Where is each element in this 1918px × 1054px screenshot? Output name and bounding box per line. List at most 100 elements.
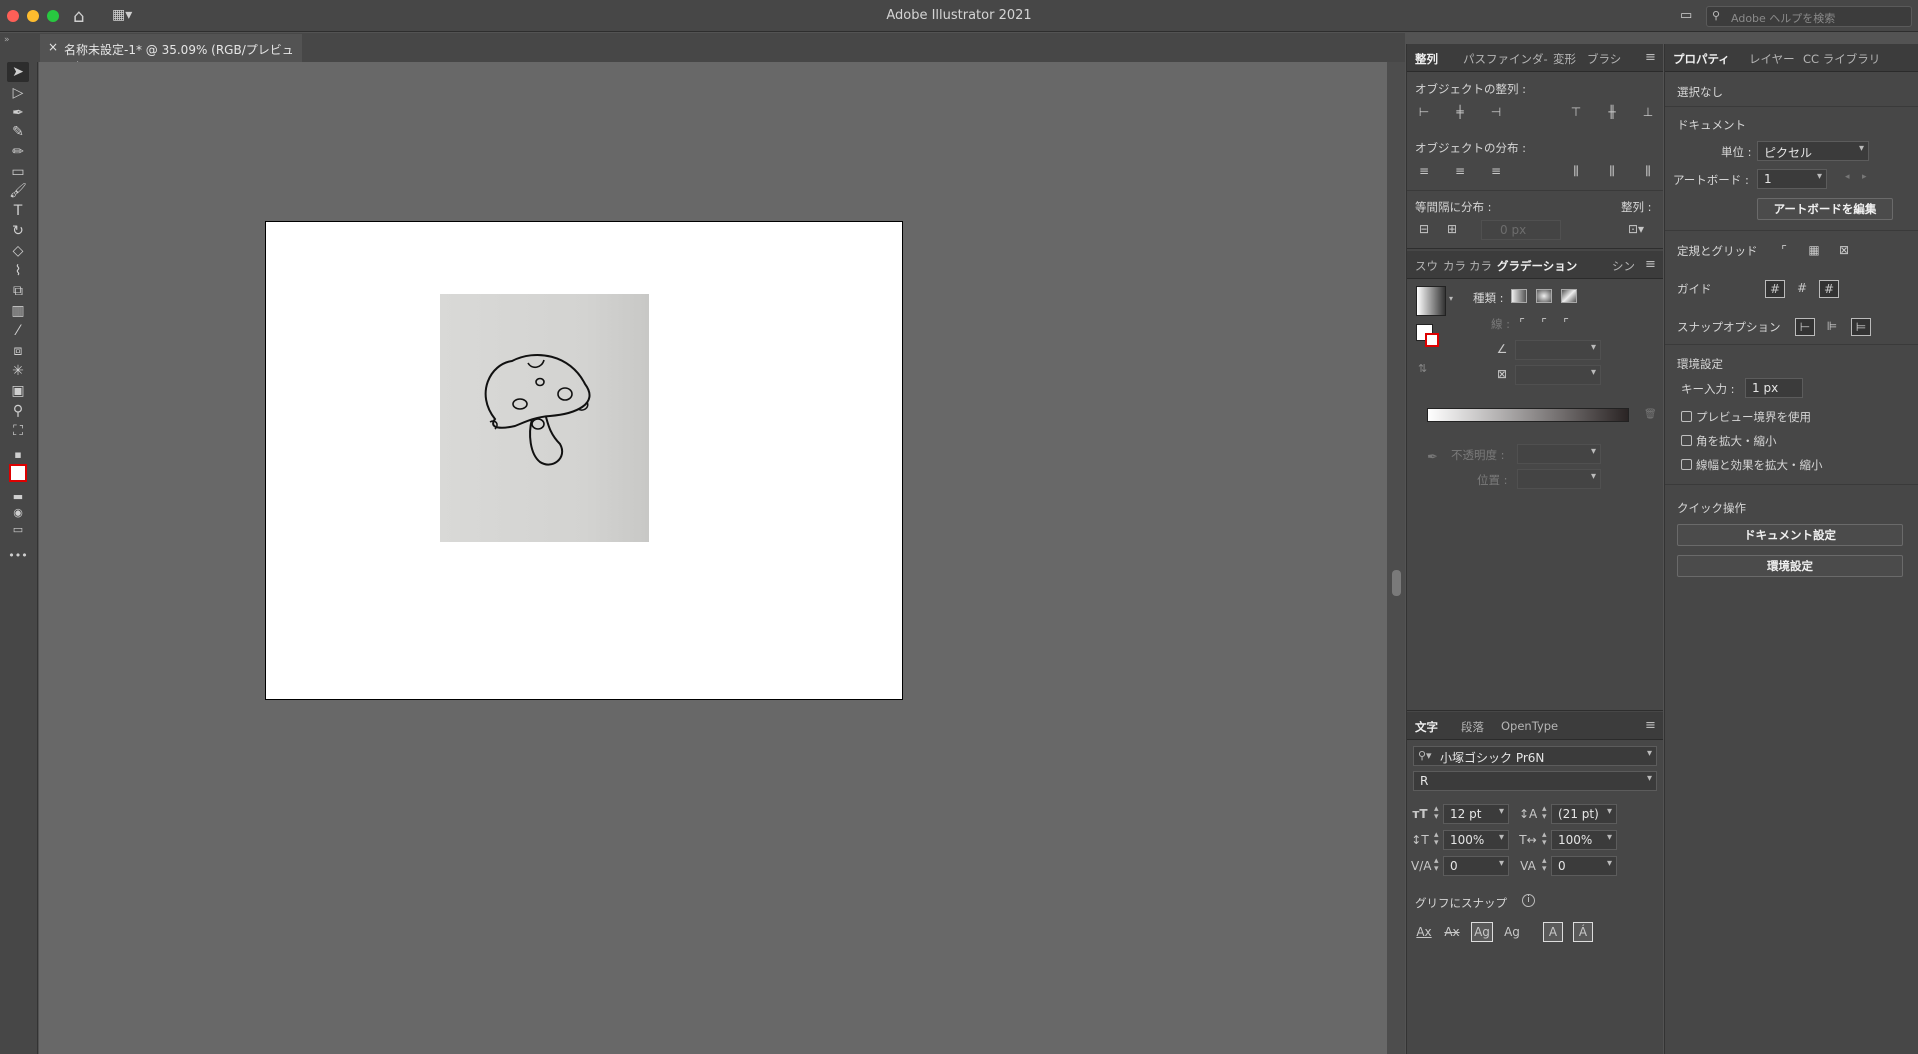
- panel-menu-icon[interactable]: ≡: [1645, 257, 1657, 272]
- gradient-slider[interactable]: [1427, 408, 1629, 422]
- gradient-tool[interactable]: ▥: [7, 301, 29, 321]
- type-tool[interactable]: T: [7, 201, 29, 221]
- snap-to-glyph-icon[interactable]: ⊨: [1851, 318, 1871, 336]
- tab-gradient[interactable]: グラデーション: [1497, 258, 1577, 274]
- trash-icon[interactable]: 🗑: [1644, 409, 1657, 420]
- horizontal-distribute-space-icon[interactable]: ⊞: [1443, 221, 1461, 237]
- keyboard-increment-input[interactable]: 1 px: [1745, 378, 1803, 398]
- preferences-button[interactable]: 環境設定: [1677, 555, 1903, 577]
- align-right-icon[interactable]: ⊣: [1487, 104, 1505, 120]
- curvature-tool[interactable]: ✎: [7, 122, 29, 142]
- stepper-icon[interactable]: ▴ ▾: [1434, 857, 1439, 874]
- units-select[interactable]: ピクセル ▾: [1757, 141, 1869, 161]
- opacity-input[interactable]: ▾: [1517, 444, 1601, 464]
- live-paint-tool[interactable]: ⧉: [7, 281, 29, 301]
- freeform-gradient-icon[interactable]: [1561, 289, 1577, 303]
- swap-icon[interactable]: ⇅: [1418, 362, 1427, 375]
- smart-guides-icon[interactable]: #: [1819, 280, 1839, 298]
- vertical-distribute-space-icon[interactable]: ⊟: [1415, 221, 1433, 237]
- gradient-thumbnail[interactable]: [1416, 286, 1446, 316]
- tab-paragraph[interactable]: 段落: [1461, 719, 1484, 735]
- panel-menu-icon[interactable]: ≡: [1645, 718, 1657, 733]
- show-guides-icon[interactable]: #: [1765, 280, 1785, 298]
- artboard-tool[interactable]: ▣: [7, 381, 29, 401]
- aspect-ratio-input[interactable]: ▾: [1515, 365, 1601, 385]
- eyedropper-tool[interactable]: ⁄: [7, 321, 29, 341]
- align-to-selection-icon[interactable]: ⊡▾: [1627, 221, 1645, 237]
- grid-icon[interactable]: ▦: [1805, 242, 1823, 258]
- use-preview-bounds-checkbox[interactable]: [1681, 411, 1692, 422]
- align-vertical-center-icon[interactable]: ╫: [1603, 104, 1621, 120]
- snap-to-pixel-icon[interactable]: ⊫: [1823, 318, 1841, 334]
- document-tab[interactable]: × 名称未設定-1* @ 35.09% (RGB/プレビュー): [40, 34, 302, 74]
- distribute-right-icon[interactable]: ⫼: [1639, 163, 1657, 179]
- eyedropper-icon[interactable]: ✒: [1427, 450, 1438, 465]
- help-search-input[interactable]: ⚲ Adobe ヘルプを検索: [1706, 6, 1912, 27]
- linear-gradient-icon[interactable]: [1511, 289, 1527, 303]
- screen-mode-icon[interactable]: ▭: [7, 520, 29, 540]
- align-left-icon[interactable]: ⊢: [1415, 104, 1433, 120]
- snap-baseline-icon[interactable]: Ax: [1415, 924, 1433, 940]
- align-bottom-icon[interactable]: ⊥: [1639, 104, 1657, 120]
- panel-menu-icon[interactable]: ≡: [1645, 50, 1657, 65]
- selection-tool[interactable]: ➤: [7, 62, 29, 82]
- font-family-select[interactable]: ⚲▾ 小塚ゴシック Pr6N ▾: [1413, 746, 1657, 766]
- tab-transform[interactable]: 変形: [1553, 51, 1576, 67]
- symbol-sprayer-tool[interactable]: ✳: [7, 361, 29, 381]
- kerning-input[interactable]: 0 ▾: [1443, 856, 1509, 876]
- distribute-vcenter-icon[interactable]: ≡: [1451, 163, 1469, 179]
- pen-tool[interactable]: ✒: [7, 103, 29, 123]
- font-style-select[interactable]: R ▾: [1413, 771, 1657, 791]
- radial-gradient-icon[interactable]: [1536, 289, 1552, 303]
- tab-swatches[interactable]: スウ: [1415, 258, 1438, 274]
- zoom-tool[interactable]: ⚲: [7, 401, 29, 421]
- eraser-tool[interactable]: ◇: [7, 241, 29, 261]
- vertical-scrollbar[interactable]: [1387, 62, 1405, 1054]
- rulers-icon[interactable]: ⌜: [1775, 242, 1793, 258]
- stepper-icon[interactable]: ▴ ▾: [1542, 831, 1547, 848]
- tab-brushes[interactable]: ブラシ: [1587, 51, 1621, 67]
- horizontal-scale-input[interactable]: 100% ▾: [1551, 830, 1617, 850]
- paintbrush-tool[interactable]: 🖌: [7, 181, 29, 201]
- scale-corners-checkbox[interactable]: [1681, 435, 1692, 446]
- snap-proximity-icon[interactable]: Ag: [1503, 924, 1521, 940]
- align-top-icon[interactable]: ⊤: [1567, 104, 1585, 120]
- distribute-hcenter-icon[interactable]: ⫼: [1603, 163, 1621, 179]
- more-tools-icon[interactable]: •••: [7, 546, 29, 566]
- chevron-down-icon[interactable]: ▾: [1449, 294, 1453, 303]
- pencil-tool[interactable]: ✏: [7, 142, 29, 162]
- previous-artboard-icon[interactable]: ◂: [1845, 172, 1850, 182]
- distribute-bottom-icon[interactable]: ≡: [1487, 163, 1505, 179]
- position-input[interactable]: ▾: [1517, 469, 1601, 489]
- stepper-icon[interactable]: ▴ ▾: [1542, 857, 1547, 874]
- direct-selection-tool[interactable]: ▷: [7, 83, 29, 103]
- tab-character[interactable]: 文字: [1415, 719, 1438, 735]
- tracking-input[interactable]: 0 ▾: [1551, 856, 1617, 876]
- edit-artboard-button[interactable]: アートボードを編集: [1757, 198, 1893, 220]
- font-size-input[interactable]: 12 pt ▾: [1443, 804, 1509, 824]
- tab-opentype[interactable]: OpenType: [1501, 719, 1558, 733]
- tab-symbols[interactable]: シン: [1612, 258, 1635, 274]
- fill-stroke-default-icon[interactable]: ▪: [7, 445, 29, 465]
- panel-toggle-icon[interactable]: ▭: [1680, 8, 1692, 23]
- tab-pathfinder[interactable]: パスファインダ-: [1463, 51, 1548, 67]
- collapse-icon[interactable]: »: [4, 35, 10, 45]
- angle-input[interactable]: ▾: [1515, 340, 1601, 360]
- fill-swatch-toolbar[interactable]: [9, 464, 27, 482]
- free-transform-tool[interactable]: ⛶: [7, 421, 29, 441]
- snap-to-point-icon[interactable]: ⊢: [1795, 318, 1815, 336]
- vertical-scale-input[interactable]: 100% ▾: [1443, 830, 1509, 850]
- tab-color[interactable]: カラ: [1443, 258, 1466, 274]
- align-horizontal-center-icon[interactable]: ╪: [1451, 104, 1469, 120]
- snap-angular-icon[interactable]: A: [1543, 922, 1563, 942]
- distribute-top-icon[interactable]: ≡: [1415, 163, 1433, 179]
- tab-layers[interactable]: レイヤー: [1749, 51, 1795, 67]
- leading-input[interactable]: (21 pt) ▾: [1551, 804, 1617, 824]
- lasso-tool[interactable]: ⌇: [7, 261, 29, 281]
- artboard-select[interactable]: 1 ▾: [1757, 169, 1827, 189]
- rectangle-tool[interactable]: ▭: [7, 162, 29, 182]
- stroke-swatch[interactable]: [1425, 333, 1439, 347]
- info-icon[interactable]: i: [1522, 894, 1535, 907]
- document-setup-button[interactable]: ドキュメント設定: [1677, 524, 1903, 546]
- spacing-input[interactable]: 0 px: [1481, 220, 1561, 240]
